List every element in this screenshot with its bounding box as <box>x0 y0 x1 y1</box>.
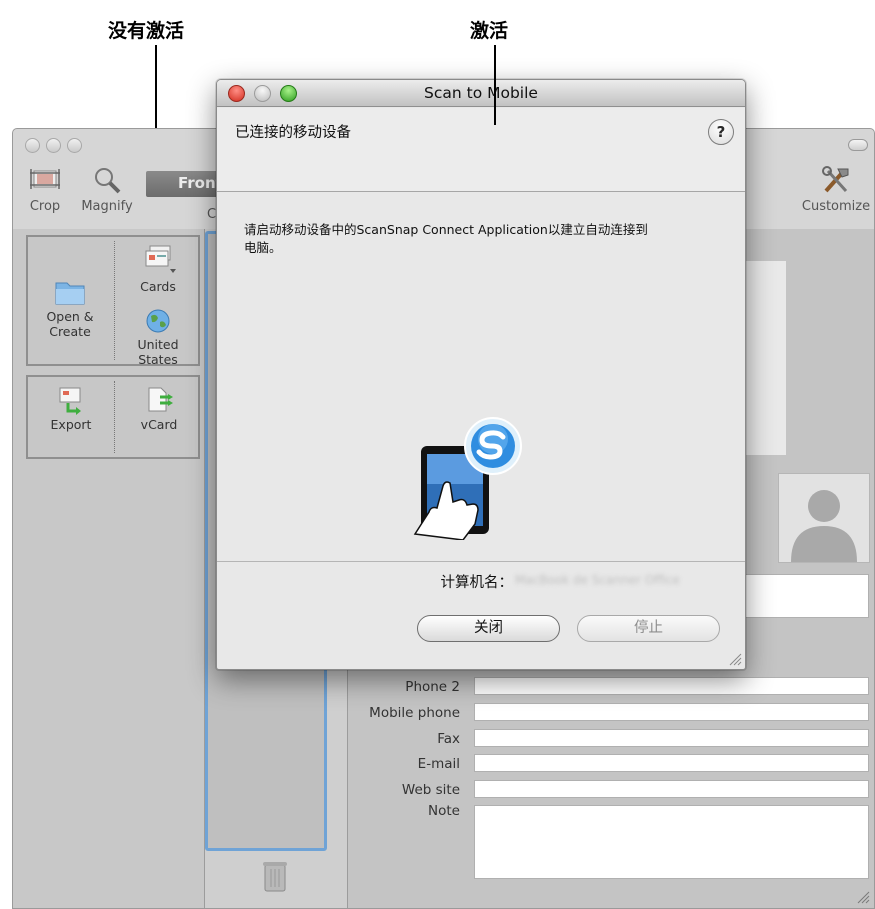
dialog-titlebar: Scan to Mobile <box>217 80 745 107</box>
computer-name-label: 计算机名： <box>440 575 514 591</box>
export-icon <box>59 387 81 415</box>
close-button[interactable]: 关闭 <box>417 615 560 642</box>
email-field[interactable] <box>474 754 869 772</box>
sidebar: Open & Create Cards United States Export… <box>13 229 205 908</box>
tab-front[interactable]: Front <box>146 171 226 197</box>
folder-icon <box>55 282 85 305</box>
tools-icon <box>822 166 849 193</box>
close-icon[interactable] <box>25 138 40 153</box>
footer-divider <box>217 561 745 562</box>
instruction-line-1: 请启动移动设备中的ScanSnap Connect Application以建立… <box>244 222 648 237</box>
vcard-icon <box>148 387 173 412</box>
globe-icon <box>146 309 170 333</box>
contact-photo[interactable] <box>778 473 870 563</box>
annotation-active-pointer <box>494 45 496 125</box>
annotation-active: 激活 <box>470 20 509 42</box>
phone2-label: Phone 2 <box>405 679 460 695</box>
zoom-icon[interactable] <box>67 138 82 153</box>
close-window-icon[interactable] <box>228 85 245 102</box>
person-silhouette-icon <box>791 490 857 562</box>
instruction-line-2: 电脑。 <box>244 240 282 255</box>
web-site-label: Web site <box>401 782 460 798</box>
cards-icon <box>145 245 176 273</box>
magnifier-icon <box>95 168 121 194</box>
mobile-phone-field[interactable] <box>474 703 869 721</box>
cards-label: Cards <box>140 279 176 294</box>
fax-label: Fax <box>437 731 460 747</box>
magnify-label: Magnify <box>81 199 133 214</box>
connected-devices-heading: 已连接的移动设备 <box>235 125 351 141</box>
cards-button[interactable]: Cards <box>120 243 196 294</box>
export-button[interactable]: Export <box>36 385 106 432</box>
dialog-header: 已连接的移动设备 ? <box>217 108 745 192</box>
computer-name-value: MacBook de Scanner Office <box>515 573 680 587</box>
open-create-group: Open & Create Cards United States <box>26 235 200 367</box>
trash-icon[interactable] <box>260 859 290 893</box>
crop-button[interactable]: Crop <box>27 165 63 214</box>
scansnap-mobile-icon <box>413 417 522 540</box>
vcard-button[interactable]: vCard <box>124 385 194 432</box>
scan-to-mobile-dialog: Scan to Mobile 已连接的移动设备 ? 请启动移动设备中的ScanS… <box>216 79 746 670</box>
region-button[interactable]: United States <box>116 307 200 367</box>
email-label: E-mail <box>417 756 460 772</box>
toolbar-toggle-icon[interactable] <box>848 139 868 151</box>
web-site-field[interactable] <box>474 780 869 798</box>
annotation-inactive: 没有激活 <box>108 20 185 42</box>
region-label: United States <box>137 337 179 367</box>
open-create-label: Open & <box>46 309 94 324</box>
phone2-field[interactable] <box>474 677 869 695</box>
open-create-button[interactable]: Open & Create <box>34 277 106 339</box>
stop-button: 停止 <box>577 615 720 642</box>
instruction-message: 请启动移动设备中的ScanSnap Connect Application以建立… <box>244 221 714 257</box>
note-label: Note <box>428 803 460 819</box>
fax-field[interactable] <box>474 729 869 747</box>
zoom-window-icon[interactable] <box>280 85 297 102</box>
dialog-resize-grip-icon[interactable] <box>728 652 742 666</box>
open-create-label-2: Create <box>49 324 91 339</box>
minimize-icon[interactable] <box>46 138 61 153</box>
export-label: Export <box>50 417 92 432</box>
mobile-phone-label: Mobile phone <box>369 705 460 721</box>
dialog-title: Scan to Mobile <box>424 84 538 102</box>
customize-label: Customize <box>801 199 871 214</box>
note-field[interactable] <box>474 805 869 879</box>
crop-icon <box>30 169 60 189</box>
help-button[interactable]: ? <box>708 119 734 145</box>
vcard-label: vCard <box>140 417 178 432</box>
minimize-window-icon <box>254 85 271 102</box>
resize-grip-icon[interactable] <box>856 890 870 904</box>
customize-button[interactable]: Customize <box>797 165 874 214</box>
magnify-button[interactable]: Magnify <box>77 165 137 214</box>
toolbar-partial-label: C <box>207 207 217 222</box>
export-group: Export vCard <box>26 375 200 459</box>
crop-label: Crop <box>29 199 61 214</box>
